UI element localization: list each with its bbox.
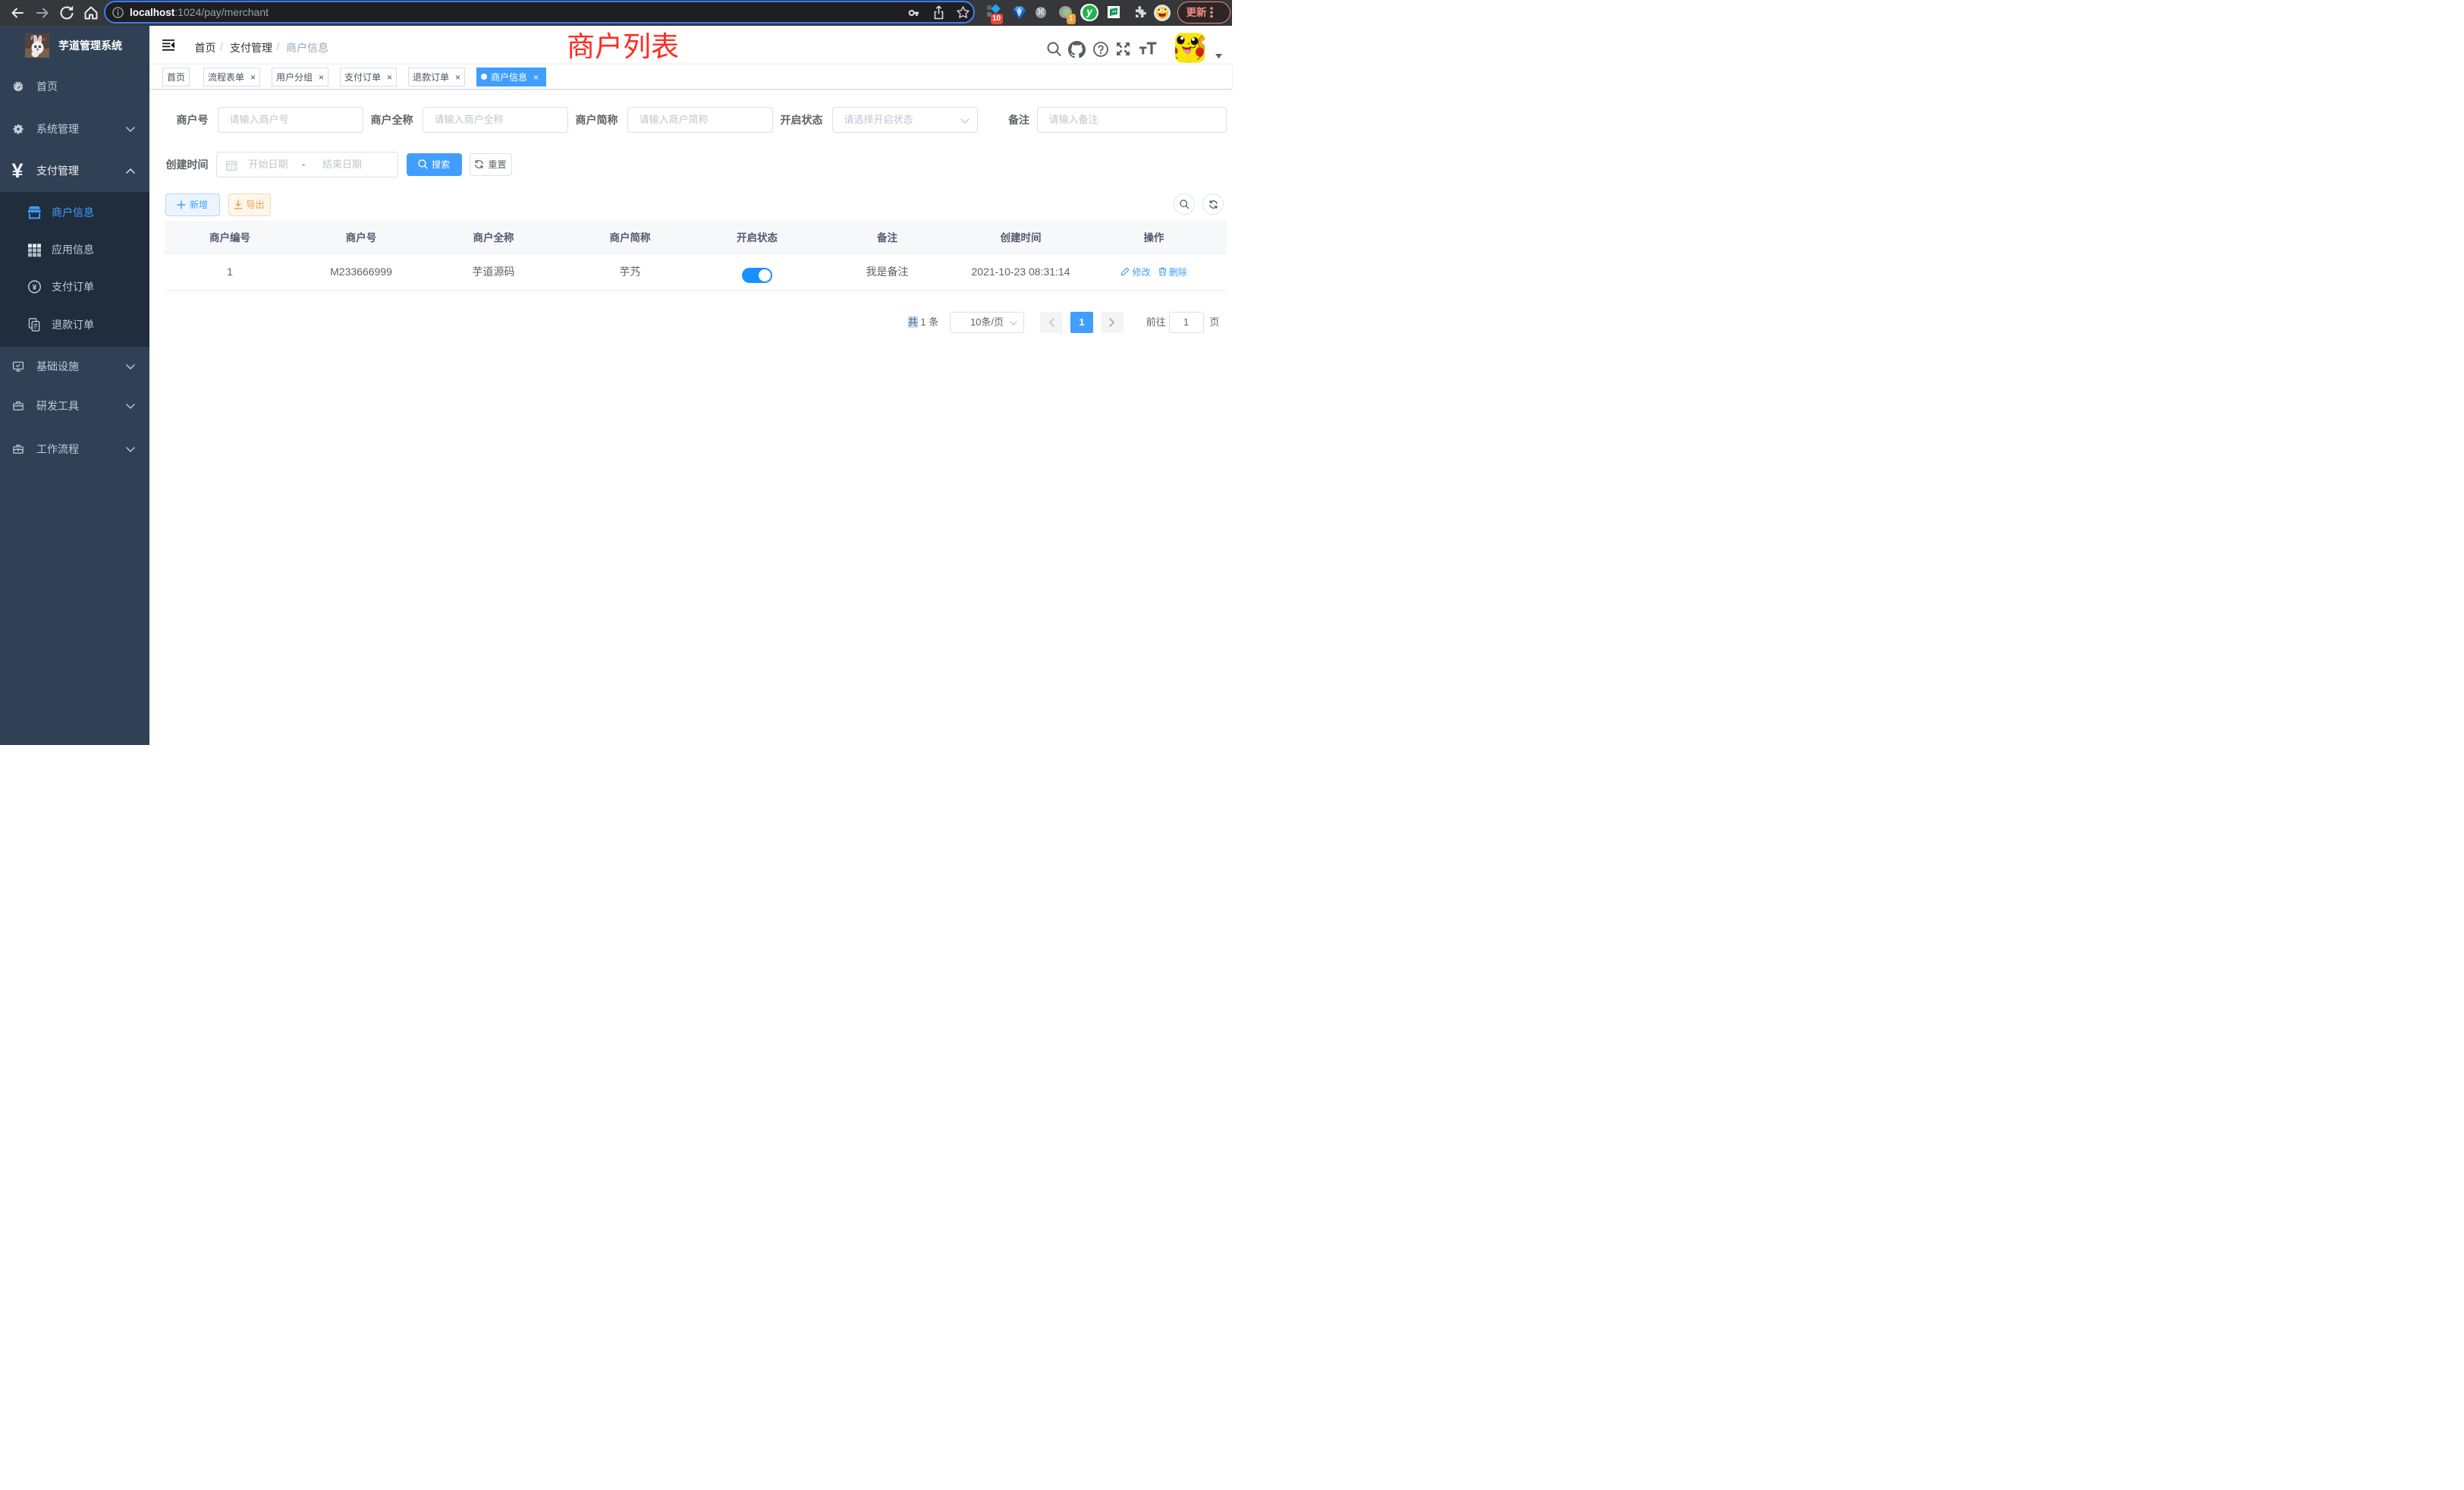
svg-text:¥: ¥ [33, 284, 37, 292]
